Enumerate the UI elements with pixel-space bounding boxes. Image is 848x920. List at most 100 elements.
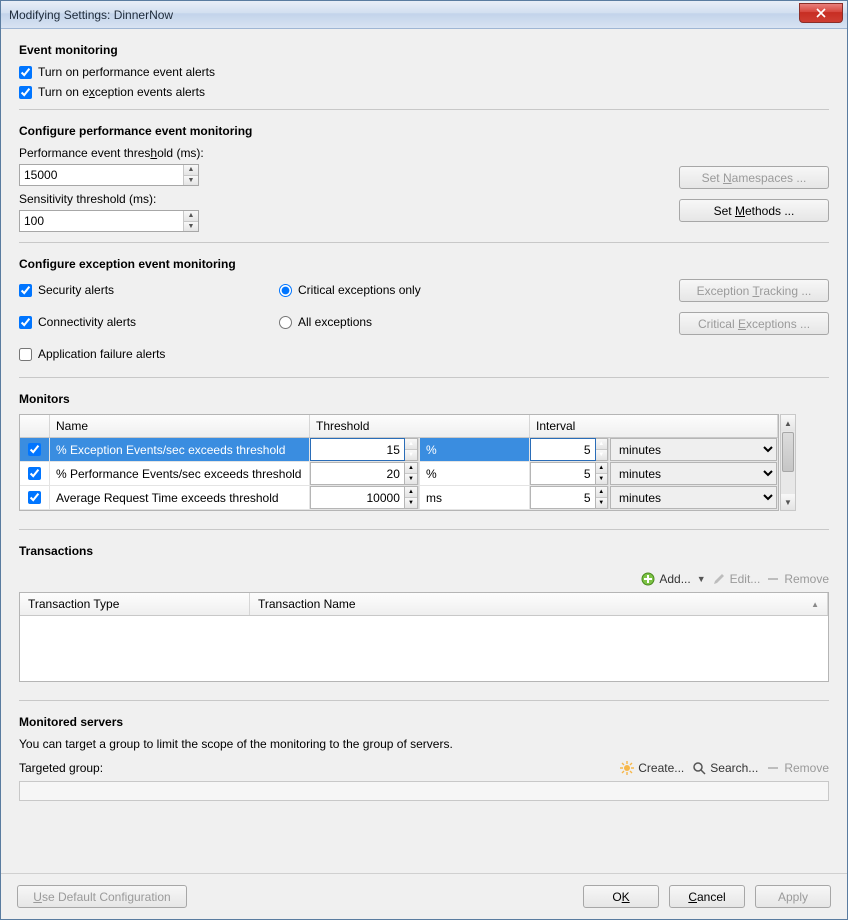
threshold-input[interactable] [310,486,405,509]
spinner-buttons[interactable]: ▲▼ [405,486,418,509]
transactions-col-name[interactable]: Transaction Name ▲ [250,593,828,615]
table-row[interactable]: % Exception Events/sec exceeds threshold… [20,438,778,462]
all-exceptions-row[interactable]: All exceptions [279,315,499,329]
scroll-track[interactable] [781,431,795,494]
connectivity-alerts-row[interactable]: Connectivity alerts [19,315,239,329]
sensitivity-spinner[interactable]: ▲▼ [19,210,199,232]
perf-config-heading: Configure performance event monitoring [19,124,829,138]
threshold-spinner[interactable]: ▲▼ [310,486,419,509]
scroll-up-icon[interactable]: ▲ [781,415,795,431]
appfail-alerts-row[interactable]: Application failure alerts [19,347,239,361]
targeted-create-button[interactable]: Create... [620,761,684,775]
threshold-input[interactable] [310,438,405,461]
spinner-buttons[interactable]: ▲▼ [405,462,418,485]
scroll-thumb[interactable] [782,432,794,472]
spinner-buttons[interactable]: ▲▼ [596,462,608,485]
set-namespaces-button[interactable]: Set Namespaces ... [679,166,829,189]
transactions-remove-button[interactable]: Remove [766,572,829,586]
chevron-down-icon: ▼ [697,574,706,584]
targeted-group-input[interactable] [19,781,829,801]
table-row[interactable]: Average Request Time exceeds threshold▲▼… [20,486,778,510]
spin-down-icon[interactable]: ▼ [405,474,417,484]
interval-input[interactable] [530,438,596,461]
spin-up-icon[interactable]: ▲ [184,165,198,176]
spinner-buttons[interactable]: ▲▼ [405,438,418,461]
spin-down-icon[interactable]: ▼ [184,176,198,186]
use-default-config-button[interactable]: Use Default Configuration [17,885,187,908]
divider [19,529,829,530]
perf-alerts-checkbox-row[interactable]: Turn on performance event alerts [19,65,829,79]
interval-spinner[interactable]: ▲▼ [530,438,609,461]
ok-button[interactable]: OK [583,885,659,908]
spin-down-icon[interactable]: ▼ [405,498,417,508]
apply-button[interactable]: Apply [755,885,831,908]
spin-up-icon[interactable]: ▲ [596,439,607,450]
security-alerts-checkbox[interactable] [19,284,32,297]
window-close-button[interactable] [799,3,843,23]
perf-alerts-checkbox[interactable] [19,66,32,79]
critical-exceptions-button[interactable]: Critical Exceptions ... [679,312,829,335]
monitors-scrollbar[interactable]: ▲ ▼ [780,414,796,511]
row-checkbox[interactable] [28,491,41,504]
cancel-button[interactable]: Cancel [669,885,745,908]
threshold-input[interactable] [310,462,405,485]
interval-unit-select[interactable]: minutes [610,438,777,461]
monitors-col-check[interactable] [20,415,50,437]
all-exceptions-radio[interactable] [279,316,292,329]
interval-unit-select[interactable]: minutes [610,462,777,485]
spinner-buttons[interactable]: ▲▼ [183,165,198,185]
row-checkbox[interactable] [28,467,41,480]
monitored-servers-desc: You can target a group to limit the scop… [19,737,829,751]
threshold-spinner[interactable]: ▲▼ [310,438,419,461]
targeted-group-row: Targeted group: Create... Search... Remo… [19,761,829,775]
table-row[interactable]: % Performance Events/sec exceeds thresho… [20,462,778,486]
set-methods-button[interactable]: Set Methods ... [679,199,829,222]
interval-input[interactable] [530,486,596,509]
spin-down-icon[interactable]: ▼ [596,498,607,508]
excp-alerts-checkbox[interactable] [19,86,32,99]
monitors-col-interval[interactable]: Interval [530,415,778,437]
scroll-area[interactable]: Event monitoring Turn on performance eve… [1,29,847,873]
monitors-col-threshold[interactable]: Threshold [310,415,530,437]
minus-icon [766,572,780,586]
transactions-add-button[interactable]: Add... ▼ [641,572,705,586]
spinner-buttons[interactable]: ▲▼ [596,486,608,509]
interval-unit-select[interactable]: minutes [610,486,777,509]
appfail-alerts-checkbox[interactable] [19,348,32,361]
excp-alerts-checkbox-row[interactable]: Turn on exception events alerts [19,85,829,99]
spin-down-icon[interactable]: ▼ [596,474,607,484]
spin-down-icon[interactable]: ▼ [184,222,198,232]
perf-threshold-input[interactable] [20,165,183,185]
interval-input[interactable] [530,462,596,485]
spin-up-icon[interactable]: ▲ [596,463,607,474]
monitors-col-name[interactable]: Name [50,415,310,437]
targeted-search-button[interactable]: Search... [692,761,758,775]
exception-tracking-button[interactable]: Exception Tracking ... [679,279,829,302]
threshold-spinner[interactable]: ▲▼ [310,462,419,485]
sensitivity-input[interactable] [20,211,183,231]
interval-spinner[interactable]: ▲▼ [530,486,609,509]
spin-down-icon[interactable]: ▼ [405,450,417,460]
spin-up-icon[interactable]: ▲ [405,487,417,498]
transactions-col-type[interactable]: Transaction Type [20,593,250,615]
spin-down-icon[interactable]: ▼ [596,450,607,460]
security-alerts-row[interactable]: Security alerts [19,283,239,297]
interval-spinner[interactable]: ▲▼ [530,462,609,485]
spinner-buttons[interactable]: ▲▼ [596,438,608,461]
perf-threshold-spinner[interactable]: ▲▼ [19,164,199,186]
spin-up-icon[interactable]: ▲ [596,487,607,498]
critical-only-row[interactable]: Critical exceptions only [279,283,499,297]
bottom-bar: Use Default Configuration OK Cancel Appl… [1,873,847,919]
spin-up-icon[interactable]: ▲ [405,439,417,450]
spin-up-icon[interactable]: ▲ [184,211,198,222]
monitored-servers-heading: Monitored servers [19,715,829,729]
transactions-edit-button[interactable]: Edit... [712,572,761,586]
critical-only-radio[interactable] [279,284,292,297]
spin-up-icon[interactable]: ▲ [405,463,417,474]
close-icon [816,8,826,18]
targeted-remove-button[interactable]: Remove [766,761,829,775]
spinner-buttons[interactable]: ▲▼ [183,211,198,231]
row-checkbox[interactable] [28,443,41,456]
scroll-down-icon[interactable]: ▼ [781,494,795,510]
connectivity-alerts-checkbox[interactable] [19,316,32,329]
